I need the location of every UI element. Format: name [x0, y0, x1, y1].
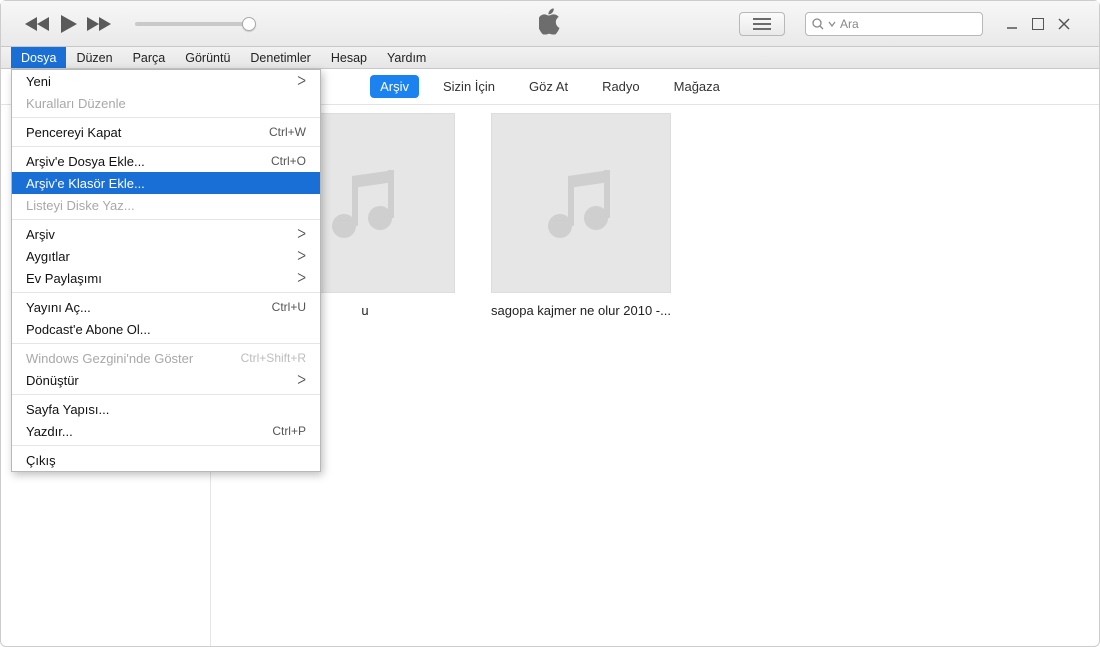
chevron-right-icon: ᐳ — [297, 227, 306, 241]
album-grid: usagopa kajmer ne olur 2010 -... — [211, 105, 1099, 646]
menu-item-label: Ev Paylaşımı — [26, 271, 102, 286]
menu-görüntü[interactable]: Görüntü — [175, 47, 240, 68]
tab-radyo[interactable]: Radyo — [592, 75, 650, 98]
album-title: sagopa kajmer ne olur 2010 -... — [491, 303, 671, 318]
next-track-button[interactable] — [85, 15, 111, 33]
menu-item-label: Kuralları Düzenle — [26, 96, 126, 111]
menu-item-label: Arşiv'e Klasör Ekle... — [26, 176, 145, 191]
menu-dosya[interactable]: Dosya — [11, 47, 66, 68]
menu-item[interactable]: Aygıtlar ᐳ — [12, 245, 320, 267]
menu-item-label: Yazdır... — [26, 424, 73, 439]
menu-item-label: Dönüştür — [26, 373, 79, 388]
menubar: DosyaDüzenParçaGörüntüDenetimlerHesapYar… — [1, 47, 1099, 69]
menu-item: Kuralları Düzenle — [12, 92, 320, 114]
menu-item[interactable]: Yazdır... Ctrl+P — [12, 420, 320, 442]
volume-slider[interactable] — [135, 22, 250, 26]
menu-hesap[interactable]: Hesap — [321, 47, 377, 68]
chevron-right-icon: ᐳ — [297, 74, 306, 88]
tab-göz-at[interactable]: Göz At — [519, 75, 578, 98]
main-area: Yeni ᐳ Kuralları Düzenle Pencereyi Kapat Ctr… — [1, 69, 1099, 646]
file-menu-dropdown: Yeni ᐳ Kuralları Düzenle Pencereyi Kapat Ctr… — [11, 69, 321, 472]
menu-item-shortcut: Ctrl+U — [272, 300, 306, 314]
menu-item-shortcut: Ctrl+O — [271, 154, 306, 168]
previous-track-button[interactable] — [25, 15, 51, 33]
menu-item-label: Arşiv — [26, 227, 55, 242]
right-toolbar: Ara — [739, 12, 1083, 36]
playback-controls — [25, 13, 250, 35]
album-cover[interactable] — [491, 113, 671, 293]
menu-item[interactable]: Arşiv'e Dosya Ekle... Ctrl+O — [12, 150, 320, 172]
menu-item[interactable]: Ev Paylaşımı ᐳ — [12, 267, 320, 289]
list-view-button[interactable] — [739, 12, 785, 36]
minimize-button[interactable] — [1003, 15, 1021, 33]
album-item[interactable]: sagopa kajmer ne olur 2010 -... — [491, 113, 671, 638]
menu-item[interactable]: Sayfa Yapısı... — [12, 398, 320, 420]
menu-parça[interactable]: Parça — [123, 47, 176, 68]
chevron-down-icon — [828, 20, 836, 28]
menu-item[interactable]: Arşiv ᐳ — [12, 223, 320, 245]
menu-item-label: Listeyi Diske Yaz... — [26, 198, 135, 213]
menu-item-label: Pencereyi Kapat — [26, 125, 121, 140]
window-controls — [1003, 15, 1073, 33]
menu-item-label: Yeni — [26, 74, 51, 89]
apple-logo-icon — [539, 8, 561, 39]
tab-sizin-i̇çin[interactable]: Sizin İçin — [433, 75, 505, 98]
search-placeholder: Ara — [840, 17, 859, 31]
menu-item-shortcut: Ctrl+W — [269, 125, 306, 139]
menu-item[interactable]: Arşiv'e Klasör Ekle... — [12, 172, 320, 194]
titlebar: Ara — [1, 1, 1099, 47]
tab-mağaza[interactable]: Mağaza — [664, 75, 730, 98]
chevron-right-icon: ᐳ — [297, 249, 306, 263]
menu-item-label: Sayfa Yapısı... — [26, 402, 109, 417]
play-button[interactable] — [57, 13, 79, 35]
menu-item[interactable]: Çıkış — [12, 449, 320, 471]
menu-item-shortcut: Ctrl+Shift+R — [241, 351, 306, 365]
menu-denetimler[interactable]: Denetimler — [240, 47, 320, 68]
menu-item[interactable]: Dönüştür ᐳ — [12, 369, 320, 391]
menu-item-label: Podcast'e Abone Ol... — [26, 322, 151, 337]
volume-thumb[interactable] — [242, 17, 256, 31]
menu-item-label: Windows Gezgini'nde Göster — [26, 351, 193, 366]
chevron-right-icon: ᐳ — [297, 373, 306, 387]
menu-düzen[interactable]: Düzen — [66, 47, 122, 68]
tab-arşiv[interactable]: Arşiv — [370, 75, 419, 98]
menu-item[interactable]: Yeni ᐳ — [12, 70, 320, 92]
search-input[interactable]: Ara — [805, 12, 983, 36]
menu-item[interactable]: Yayını Aç... Ctrl+U — [12, 296, 320, 318]
menu-item-label: Arşiv'e Dosya Ekle... — [26, 154, 145, 169]
chevron-right-icon: ᐳ — [297, 271, 306, 285]
menu-item-label: Çıkış — [26, 453, 56, 468]
maximize-button[interactable] — [1029, 15, 1047, 33]
menu-item[interactable]: Pencereyi Kapat Ctrl+W — [12, 121, 320, 143]
menu-item-shortcut: Ctrl+P — [272, 424, 306, 438]
search-icon — [812, 18, 824, 30]
menu-item-label: Yayını Aç... — [26, 300, 91, 315]
menu-item: Listeyi Diske Yaz... — [12, 194, 320, 216]
menu-item: Windows Gezgini'nde Göster Ctrl+Shift+R — [12, 347, 320, 369]
menu-item-label: Aygıtlar — [26, 249, 70, 264]
menu-yardım[interactable]: Yardım — [377, 47, 436, 68]
menu-item[interactable]: Podcast'e Abone Ol... — [12, 318, 320, 340]
close-button[interactable] — [1055, 15, 1073, 33]
